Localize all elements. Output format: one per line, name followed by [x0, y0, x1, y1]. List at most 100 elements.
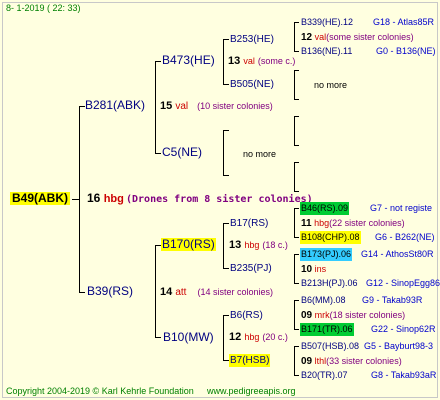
- mfm-mid-num: 10: [301, 264, 313, 275]
- ff-mother-queen[interactable]: B505(NE): [230, 78, 274, 91]
- mf-mother-queen[interactable]: B235(PJ): [230, 262, 272, 275]
- bracket-fff-top: [294, 22, 299, 23]
- mff-mid: 11 hbg(22 sister colonies): [301, 217, 405, 230]
- mff-mid-num: 11: [301, 218, 312, 229]
- bracket-mmm: [294, 346, 295, 376]
- mf-gen-code: hbg: [244, 240, 260, 250]
- bracket-mmm-bot: [294, 375, 299, 376]
- fff-mid-sisters: (some sister colonies): [326, 32, 414, 42]
- mmf-top-queen[interactable]: B6(MM).08: [301, 294, 346, 307]
- connector-fmm: [223, 175, 229, 176]
- mother-generation: 14 att (14 sister colonies): [160, 286, 273, 299]
- mf-gen-number: 13: [229, 239, 242, 251]
- ff-generation: 13 val (some c.): [228, 55, 295, 68]
- bracket-fmm: [294, 162, 295, 192]
- mother-mother-queen[interactable]: B10(MW): [163, 331, 214, 344]
- ff-father-queen[interactable]: B253(HE): [230, 33, 274, 46]
- fff-mid-num: 12: [301, 32, 313, 43]
- connector-ff-v: [223, 39, 224, 85]
- mmm-mid-code: lthl: [314, 356, 327, 366]
- root-drone-note: (Drones from 8 sister colonies): [126, 194, 313, 205]
- father-father-queen[interactable]: B473(HE): [162, 54, 215, 67]
- bracket-fmm-top: [294, 162, 299, 163]
- mm-father-queen[interactable]: B6(RS): [230, 309, 263, 322]
- mfm-top-queen[interactable]: B173(PJ).06: [300, 248, 353, 261]
- bracket-mfm-bot: [294, 283, 299, 284]
- fff-top-queen[interactable]: B339(HE).12: [301, 16, 353, 29]
- father-queen[interactable]: B281(ABK): [85, 99, 145, 112]
- bracket-mff-bot: [294, 237, 299, 238]
- connector-father-v: [155, 61, 156, 154]
- bracket-ffm-top: [294, 70, 299, 71]
- connector-fmf: [223, 130, 229, 131]
- ff-gen-code: val: [243, 56, 255, 66]
- mf-generation: 13 hbg (18 c.): [229, 239, 288, 252]
- mff-bot-queen[interactable]: B108(CHP).08: [300, 231, 361, 244]
- mff-mid-sisters: (22 sister colonies): [329, 218, 405, 228]
- fff-mid: 12 val(some sister colonies): [301, 31, 414, 44]
- mother-sisters: (14 sister colonies): [197, 287, 274, 297]
- mother-gen-code: att: [175, 287, 187, 298]
- connector-mother: [79, 292, 85, 293]
- mf-father-queen[interactable]: B17(RS): [230, 217, 268, 230]
- mmf-mid-code: mrk: [314, 310, 330, 320]
- mm-sisters: (20 c.): [262, 332, 288, 342]
- bracket-mfm: [294, 254, 295, 284]
- mmf-mid-sisters: (18 sister colonies): [329, 310, 406, 320]
- mother-gen-number: 14: [160, 286, 173, 298]
- copyright: Copyright 2004-2019 © Karl Kehrle Founda…: [6, 386, 194, 396]
- connector-mfm: [223, 268, 229, 269]
- connector-mff: [223, 223, 229, 224]
- bracket-fff-bot: [294, 51, 299, 52]
- bracket-mmf-top: [294, 300, 299, 301]
- fff-bot-info: G0 - B136(NE): [376, 46, 436, 56]
- mmm-mid: 09 lthl(33 sister colonies): [301, 355, 402, 368]
- connector-fff: [223, 39, 229, 40]
- mmf-mid-num: 09: [301, 310, 313, 321]
- mother-queen[interactable]: B39(RS): [87, 285, 133, 298]
- mmf-bot-info: G22 - Sinop62R: [371, 324, 436, 334]
- ffm-no-more: no more: [314, 80, 348, 90]
- mother-father-queen[interactable]: B170(RS): [161, 238, 216, 251]
- root-gen-number: 16: [87, 191, 101, 205]
- connector-ff: [155, 61, 161, 62]
- mf-sisters: (18 c.): [262, 240, 288, 250]
- mmm-top-queen[interactable]: B507(HSB).08: [301, 340, 359, 353]
- bracket-fmm-bot: [294, 191, 299, 192]
- bracket-mmf-bot: [294, 329, 299, 330]
- mfm-top-info: G14 - AthosSt80R: [361, 249, 434, 259]
- bracket-fmf-bot: [294, 145, 299, 146]
- connector-mm-v: [223, 315, 224, 361]
- mff-mid-code: hbg: [314, 218, 330, 228]
- bracket-fmf: [294, 116, 295, 146]
- father-mother-queen[interactable]: C5(NE): [162, 146, 202, 159]
- bracket-mfm-top: [294, 254, 299, 255]
- mm-mother-queen[interactable]: B7(HSB): [229, 354, 271, 367]
- mmm-bot-queen[interactable]: B20(TR).07: [301, 369, 348, 382]
- mmm-mid-sisters: (33 sister colonies): [326, 356, 402, 366]
- mmm-bot-info: G8 - Takab93aR: [371, 370, 437, 380]
- father-gen-number: 15: [160, 100, 173, 112]
- ff-sisters: (some c.): [257, 56, 296, 66]
- mff-top-queen[interactable]: B46(RS).09: [300, 202, 350, 215]
- connector-mother-v: [155, 245, 156, 338]
- fff-bot-queen[interactable]: B136(NE).11: [301, 45, 352, 58]
- site-link[interactable]: www.pedigreeapis.org: [207, 385, 296, 398]
- bracket-fmf-top: [294, 116, 299, 117]
- mmf-bot-queen[interactable]: B171(TR).06: [300, 323, 354, 336]
- father-generation: 15 val (10 sister colonies): [160, 100, 273, 113]
- bracket-mmf: [294, 300, 295, 330]
- date-stamp: 8- 1-2019 ( 22: 33): [6, 3, 81, 13]
- bracket-fff: [294, 22, 295, 52]
- connector-root-h: [72, 199, 80, 200]
- connector-ffm: [223, 84, 229, 85]
- connector-fm-v: [223, 130, 224, 176]
- root-queen[interactable]: B49(ABK): [10, 192, 71, 205]
- father-sisters: (10 sister colonies): [197, 101, 273, 111]
- mfm-bot-queen[interactable]: B213H(PJ).06: [301, 277, 358, 290]
- mff-top-info: G7 - not registe: [370, 203, 433, 213]
- fm-no-more: no more: [243, 149, 277, 159]
- mm-generation: 12 hbg (20 c.): [229, 331, 288, 344]
- bracket-mff-top: [294, 208, 299, 209]
- fff-mid-code: val: [314, 32, 327, 42]
